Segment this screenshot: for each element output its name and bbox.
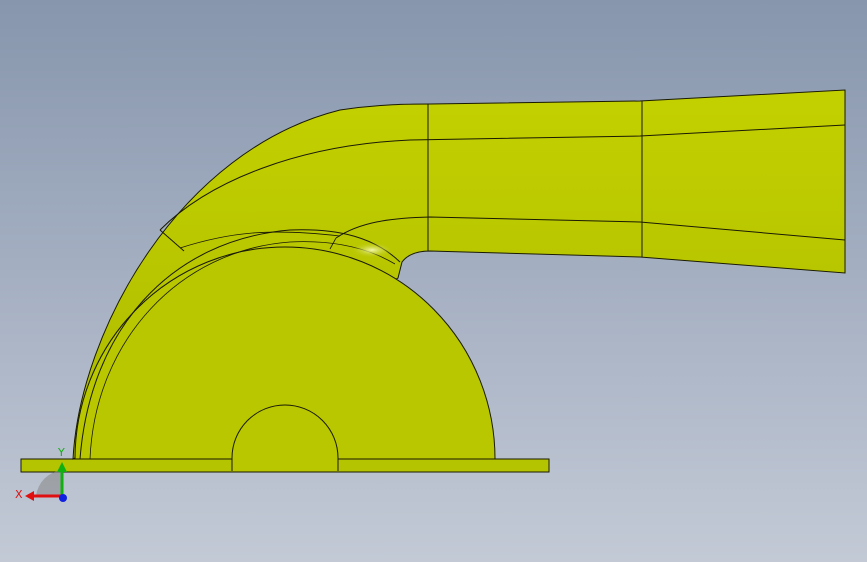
3d-model-view[interactable]: Y X xyxy=(0,0,867,562)
cad-viewport[interactable]: Y X xyxy=(0,0,867,562)
axis-y-label: Y xyxy=(57,446,65,459)
throat-highlight xyxy=(350,242,394,258)
axis-x-label: X xyxy=(15,488,23,501)
